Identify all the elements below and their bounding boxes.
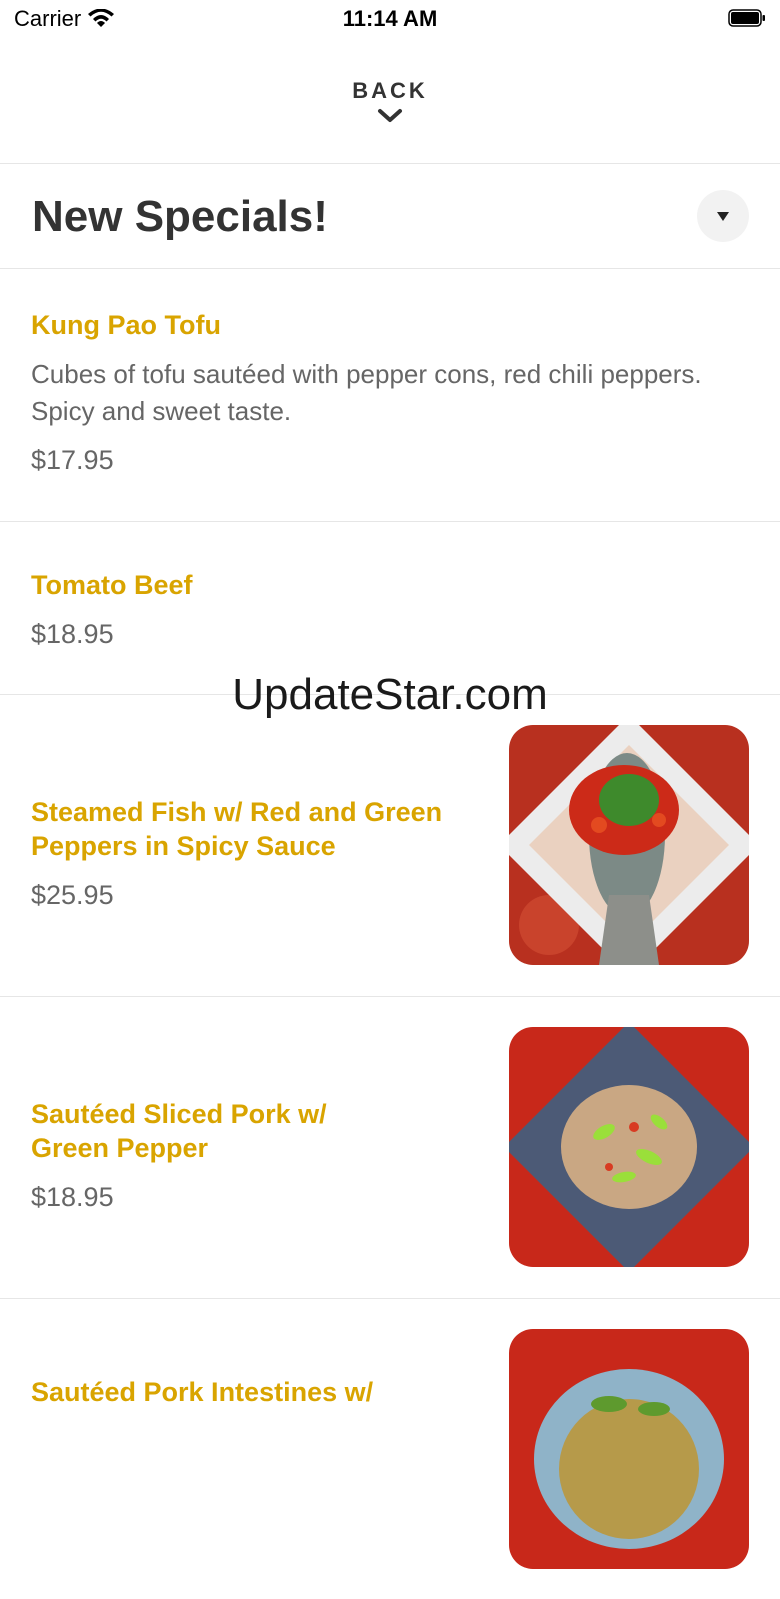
item-name: Sautéed Sliced Pork w/ Green Pepper (31, 1099, 327, 1163)
item-price: $25.95 (31, 880, 114, 910)
top-nav: BACK (0, 40, 780, 164)
item-price: $18.95 (31, 1182, 114, 1212)
chevron-down-icon (378, 109, 402, 122)
menu-item[interactable]: Sautéed Pork Intestines w/ (0, 1299, 780, 1599)
item-price: $17.95 (31, 445, 114, 475)
pork-intestines-photo (509, 1329, 749, 1569)
caret-down-icon (717, 212, 729, 221)
item-name: Kung Pao Tofu (31, 310, 221, 340)
item-name: Tomato Beef (31, 570, 193, 600)
menu-item[interactable]: Kung Pao Tofu Cubes of tofu sautéed with… (0, 269, 780, 522)
steamed-fish-photo (509, 725, 749, 965)
item-name: Steamed Fish w/ Red and Green Peppers in… (31, 797, 443, 861)
menu-item[interactable]: Steamed Fish w/ Red and Green Peppers in… (0, 695, 780, 997)
section-header: New Specials! (0, 164, 780, 269)
section-toggle-button[interactable] (697, 190, 749, 242)
item-name: Sautéed Pork Intestines w/ (31, 1377, 374, 1407)
back-button[interactable]: BACK (0, 78, 780, 124)
item-price: $18.95 (31, 619, 114, 649)
status-bar: Carrier 11:14 AM (0, 0, 780, 40)
battery-icon (728, 9, 765, 27)
item-description: Cubes of tofu sautéed with pepper cons, … (31, 359, 702, 426)
watermark: UpdateStar.com (232, 670, 548, 719)
clock: 11:14 AM (342, 6, 438, 31)
section-title: New Specials! (32, 192, 328, 241)
menu-item[interactable]: Sautéed Sliced Pork w/ Green Pepper $18.… (0, 997, 780, 1299)
back-label: BACK (352, 78, 428, 103)
sliced-pork-photo (509, 1027, 749, 1267)
